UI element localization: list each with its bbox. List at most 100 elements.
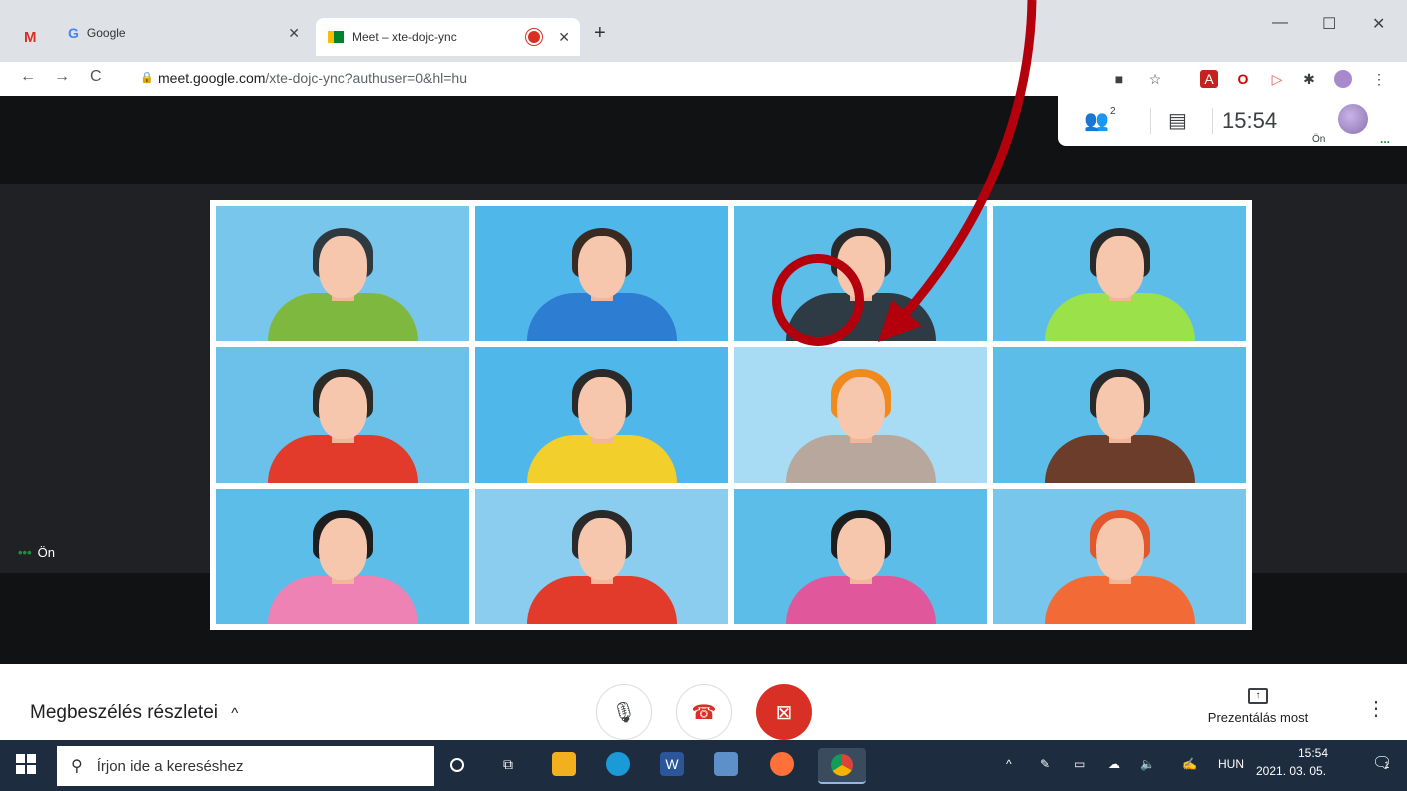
reload-button[interactable]: C [90,68,102,86]
url-field[interactable]: meet.google.com/xte-dojc-ync?authuser=0&… [158,70,467,86]
camera-off-button[interactable]: ⊠ [756,684,812,740]
tray-expand-icon[interactable]: ^ [1006,757,1012,771]
recording-icon [528,31,540,43]
chrome-taskbar-button[interactable] [818,748,866,784]
chevron-up-icon: ^ [231,705,239,722]
tab-meet[interactable]: Meet – xte-dojc-ync ✕ [316,18,580,56]
participant-tile [993,206,1246,342]
notifications-button[interactable]: 🗨1 [1372,753,1392,773]
minimize-button[interactable]: — [1272,14,1288,32]
url-host: meet.google.com [158,70,266,86]
self-avatar[interactable] [1338,104,1368,134]
volume-icon[interactable]: 🔈 [1140,757,1155,771]
participant-tile [475,347,728,483]
cortana-icon[interactable] [450,758,464,772]
present-now-label: Prezentálás most [1207,710,1309,725]
participant-tile [734,347,987,483]
search-placeholder: Írjon ide a kereséshez [96,757,244,775]
browser-menu-icon[interactable]: ⋮ [1370,70,1388,88]
close-tab-icon[interactable]: ✕ [288,25,300,42]
ink-workspace-icon[interactable]: ✍ [1182,757,1197,771]
avatar-head [577,377,626,440]
hang-up-button[interactable]: ☎ [676,684,732,740]
gmail-icon[interactable]: M [24,29,37,46]
participant-tile [993,347,1246,483]
tab-title: Meet – xte-dojc-ync [352,30,457,44]
avatar-head [1095,235,1144,298]
search-icon: ⚲ [71,758,83,775]
close-window-button[interactable]: ✕ [1372,14,1385,34]
address-bar: ← → C 🔒 meet.google.com/xte-dojc-ync?aut… [0,62,1407,96]
notification-icon: 🗨 [1372,755,1393,772]
self-more-dots[interactable]: ... [1380,132,1390,146]
participant-tile [993,488,1246,624]
edge-icon[interactable] [606,752,630,776]
lock-icon[interactable]: 🔒 [140,71,154,84]
meeting-details-label: Megbeszélés részletei [30,702,218,723]
participants-illustration [210,200,1252,630]
word-icon[interactable]: W [660,752,684,776]
language-indicator[interactable]: HUN [1218,757,1244,771]
windows-taskbar: ⚲ Írjon ide a kereséshez ⧉ W ^ ✎ ▭ ☁ 🔈 ✍… [0,740,1407,791]
camera-icon[interactable]: ■ [1110,70,1128,88]
chat-icon[interactable]: ▤ [1168,108,1187,133]
participant-count: 2 [1110,106,1116,117]
task-view-icon[interactable]: ⧉ [496,752,520,776]
bookmark-star-icon[interactable]: ☆ [1146,70,1164,88]
tray-date[interactable]: 2021. 03. 05. [1256,764,1326,778]
forward-button[interactable]: → [54,68,70,86]
tab-title: Google [86,26,126,40]
opera-extension-icon[interactable]: O [1234,70,1252,88]
meeting-clock: 15:54 [1222,108,1278,133]
url-path: /xte-dojc-ync?authuser=0&hl=hu [265,70,467,86]
battery-icon[interactable]: ▭ [1074,757,1085,771]
avatar-head [318,377,367,440]
camera-off-icon: ⊠ [775,701,793,724]
avatar-head [836,377,885,440]
avatar-head [836,518,885,581]
google-icon: G [68,25,79,41]
avatar-head [577,518,626,581]
file-explorer-icon[interactable] [552,752,576,776]
play-extension-icon[interactable]: ▷ [1268,70,1286,88]
microphone-icon: 🎙 [611,701,637,724]
people-icon[interactable]: 👥 [1084,108,1109,133]
self-name: Ön [37,545,55,560]
taskbar-search-box[interactable]: ⚲ Írjon ide a kereséshez [57,746,434,786]
participant-tile [216,347,469,483]
avatar-head [318,235,367,298]
meet-stage: 👥 2 ▤ 15:54 Ön ... ••• Ön [0,96,1407,664]
pen-icon[interactable]: ✎ [1040,757,1050,771]
participant-tile [475,488,728,624]
new-tab-button[interactable]: + [594,22,606,45]
participant-tile [734,488,987,624]
notification-count: 1 [1384,760,1390,770]
maximize-button[interactable]: ☐ [1322,14,1336,34]
browser-tab-bar: M G Google ✕ Meet – xte-dojc-ync ✕ + — ☐… [0,0,1407,62]
more-options-button[interactable]: ⋮ [1366,696,1386,721]
participant-tile [734,206,987,342]
microphone-button[interactable]: 🎙 [596,684,652,740]
present-now-button[interactable]: ↑ Prezentálás most [1196,686,1320,725]
meet-icon [328,31,344,43]
meeting-details-button[interactable]: Megbeszélés részletei ^ [30,702,238,724]
divider [1212,108,1213,134]
self-name-small: Ön [1312,134,1326,145]
back-button[interactable]: ← [20,68,36,86]
paint-icon[interactable] [714,752,738,776]
divider [1150,108,1151,134]
firefox-icon[interactable] [770,752,794,776]
onedrive-icon[interactable]: ☁ [1108,757,1120,771]
puzzle-extension-icon[interactable]: ✱ [1300,70,1318,88]
avatar-head [1095,518,1144,581]
profile-avatar[interactable] [1334,70,1352,88]
participant-tile [216,206,469,342]
avatar-head [1095,377,1144,440]
windows-start-button[interactable] [16,754,36,774]
avatar-head [318,518,367,581]
pdf-extension-icon[interactable]: A [1200,70,1218,88]
more-dots-icon[interactable]: ••• [18,545,32,560]
close-tab-icon[interactable]: ✕ [558,29,570,46]
tab-google[interactable]: G Google ✕ [60,18,310,48]
tray-time[interactable]: 15:54 [1278,746,1328,760]
